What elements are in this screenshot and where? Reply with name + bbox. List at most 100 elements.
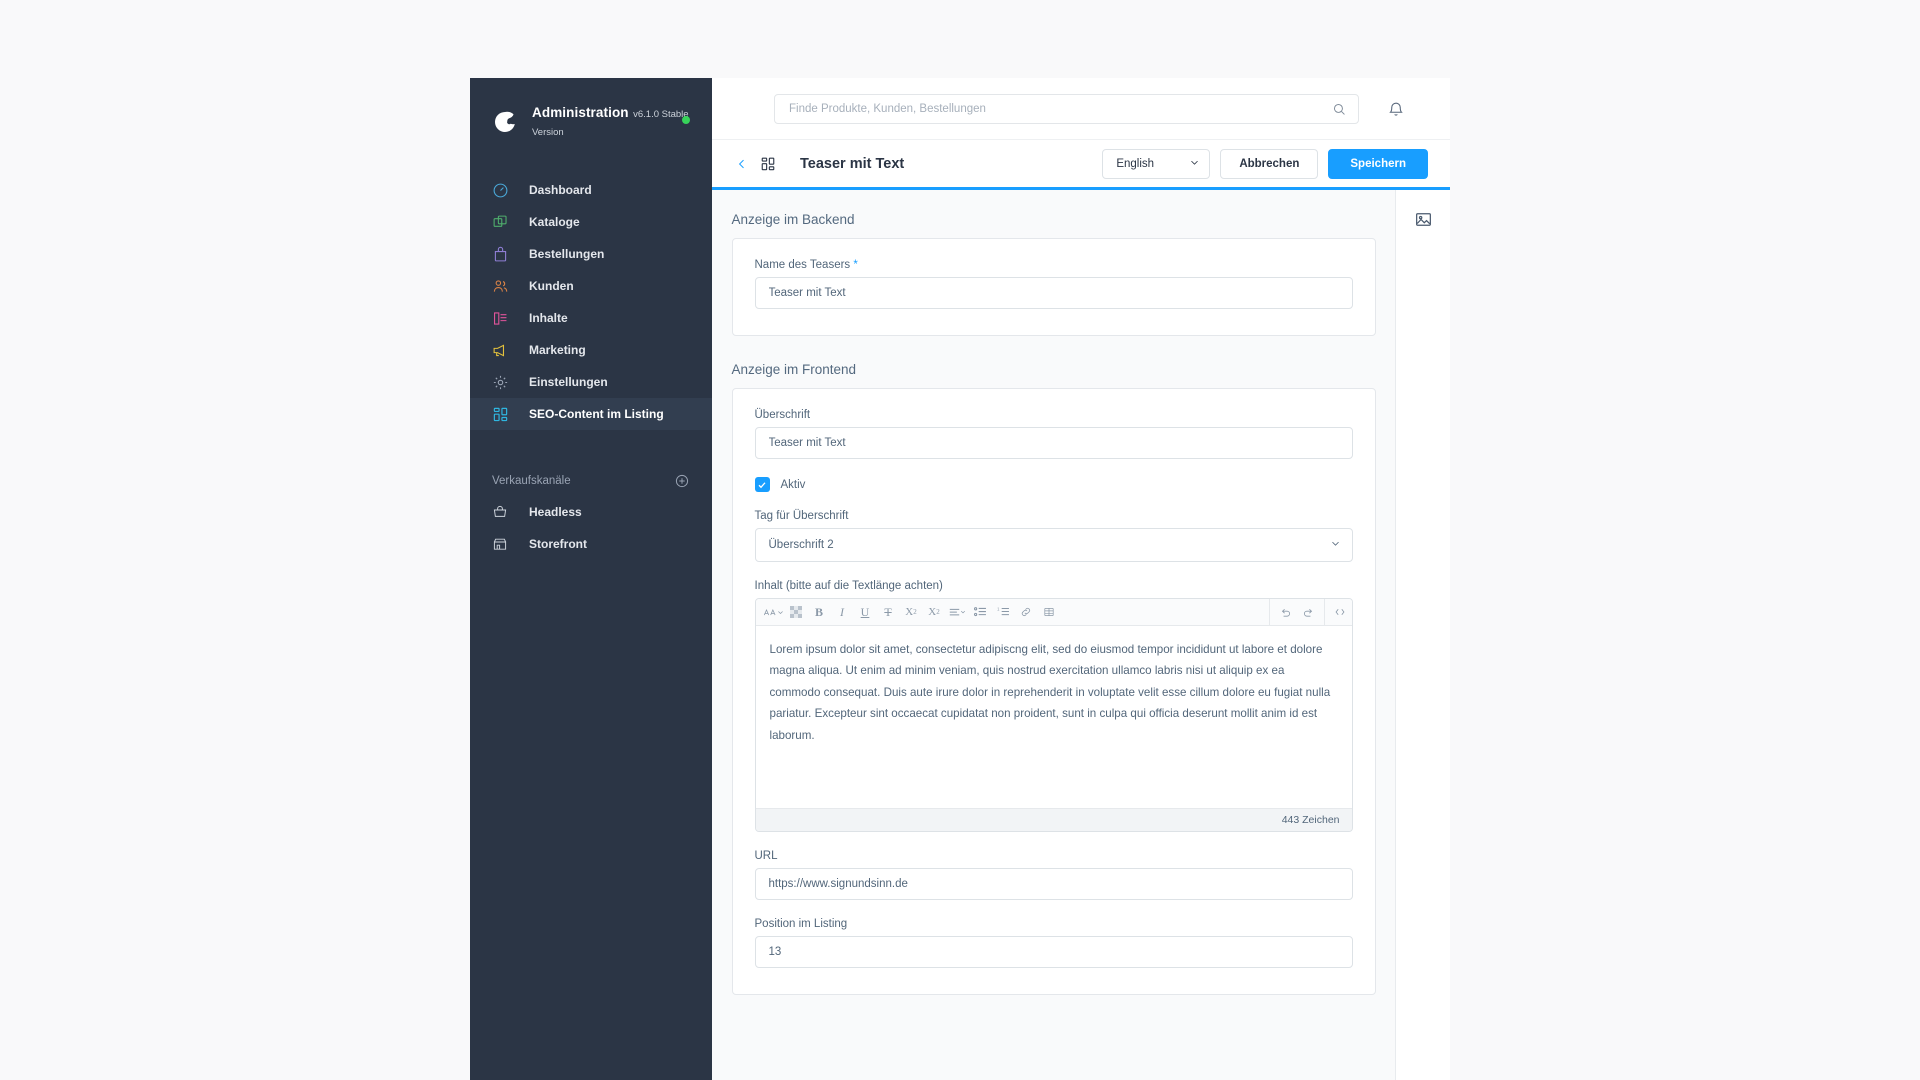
- heading-tag-label: Tag für Überschrift: [754, 510, 849, 522]
- search-input[interactable]: [789, 102, 1324, 115]
- teaser-name-input[interactable]: [754, 277, 1353, 309]
- backend-card: Name des Teasers *: [731, 238, 1376, 336]
- sales-channel-headless[interactable]: Headless: [470, 496, 712, 528]
- bell-icon[interactable]: [1387, 100, 1405, 118]
- underline-icon[interactable]: U: [855, 602, 876, 623]
- teaser-name-field: Name des Teasers *: [754, 259, 1353, 309]
- sales-channel-label: Headless: [529, 505, 582, 519]
- sidebar-item-dashboard[interactable]: Dashboard: [470, 174, 712, 206]
- basket-icon: [492, 504, 514, 520]
- backend-section-title: Anzeige im Backend: [731, 212, 855, 227]
- active-label: Aktiv: [780, 478, 806, 491]
- content-scroll-area[interactable]: Anzeige im Backend Name des Teasers * An…: [712, 190, 1395, 1080]
- frontend-card: Überschrift Aktiv Ta: [731, 388, 1376, 995]
- font-format-icon[interactable]: [763, 602, 784, 623]
- editor-content[interactable]: Lorem ipsum dolor sit amet, consectetur …: [755, 626, 1352, 808]
- sidebar-item-kataloge[interactable]: Kataloge: [470, 206, 712, 238]
- chevron-down-icon: [1189, 157, 1200, 171]
- cancel-button[interactable]: Abbrechen: [1220, 148, 1319, 179]
- search-icon[interactable]: [1332, 102, 1347, 122]
- active-checkbox[interactable]: [754, 477, 770, 492]
- right-panel: [1395, 190, 1450, 1080]
- sidebar-item-label: Dashboard: [529, 183, 592, 197]
- undo-icon[interactable]: [1275, 602, 1296, 623]
- superscript-icon[interactable]: X2: [901, 602, 922, 623]
- sidebar-item-label: Einstellungen: [529, 375, 608, 389]
- teaser-name-label: Name des Teasers *: [755, 259, 1353, 271]
- active-checkbox-row[interactable]: Aktiv: [754, 477, 1353, 492]
- url-input[interactable]: [754, 868, 1353, 900]
- ordered-list-icon[interactable]: 1: [993, 602, 1014, 623]
- save-button[interactable]: Speichern: [1328, 148, 1428, 179]
- add-sales-channel-icon[interactable]: [674, 473, 690, 489]
- heading-tag-select[interactable]: Überschrift 2: [754, 528, 1353, 562]
- strikethrough-icon[interactable]: T: [878, 602, 899, 623]
- body-area: Anzeige im Backend Name des Teasers * An…: [712, 190, 1450, 1080]
- language-select[interactable]: English: [1102, 148, 1211, 179]
- table-icon[interactable]: [1039, 602, 1060, 623]
- redo-icon[interactable]: [1298, 602, 1319, 623]
- heading-field: Überschrift: [754, 409, 1353, 459]
- align-icon[interactable]: [947, 602, 968, 623]
- url-label: URL: [754, 850, 778, 862]
- module-grid-icon: [760, 156, 776, 172]
- bullet-list-icon[interactable]: [970, 602, 991, 623]
- sales-channels-title: Verkaufskanäle: [492, 475, 571, 487]
- top-bar: [712, 78, 1450, 140]
- position-input[interactable]: [754, 936, 1353, 968]
- sidebar-item-label: Inhalte: [529, 311, 568, 325]
- gauge-icon: [492, 182, 514, 199]
- sidebar-item-kunden[interactable]: Kunden: [470, 270, 712, 302]
- url-field: URL: [754, 850, 1353, 900]
- sidebar-item-label: Marketing: [529, 343, 586, 357]
- page-header: Teaser mit Text English Abbrechen Speich…: [712, 140, 1450, 190]
- sidebar-item-label: Kunden: [529, 279, 574, 293]
- sidebar-item-label: Bestellungen: [529, 247, 605, 261]
- editor-char-count: 443 Zeichen: [755, 808, 1352, 831]
- heading-input[interactable]: [754, 427, 1353, 459]
- language-value: English: [1116, 157, 1155, 170]
- sidebar-item-inhalte[interactable]: Inhalte: [470, 302, 712, 334]
- sales-channel-label: Storefront: [529, 537, 587, 551]
- teaser-name-label-text: Name des Teasers: [754, 259, 851, 271]
- subscript-icon[interactable]: X2: [924, 602, 945, 623]
- sales-channels-header: Verkaufskanäle: [470, 466, 712, 496]
- heading-tag-value: Überschrift 2: [768, 539, 834, 551]
- heading-tag-field: Tag für Überschrift Überschrift 2: [754, 510, 1353, 562]
- chevron-left-icon[interactable]: [732, 154, 752, 174]
- page-title: Teaser mit Text: [800, 155, 905, 172]
- content-label: Inhalt (bitte auf die Textlänge achten): [754, 580, 943, 592]
- bold-icon[interactable]: B: [809, 602, 830, 623]
- frontend-section-title: Anzeige im Frontend: [731, 362, 857, 377]
- status-indicator-dot: [682, 116, 690, 124]
- sidebar-item-bestellungen[interactable]: Bestellungen: [470, 238, 712, 270]
- store-icon: [492, 536, 514, 552]
- users-icon: [492, 278, 514, 295]
- sidebar-item-seo-content-im-listing[interactable]: SEO-Content im Listing: [470, 398, 712, 430]
- position-label: Position im Listing: [754, 918, 848, 930]
- global-search[interactable]: [774, 93, 1359, 124]
- image-icon[interactable]: [1410, 206, 1436, 232]
- sidebar-item-label: Kataloge: [529, 215, 580, 229]
- link-icon[interactable]: [1016, 602, 1037, 623]
- color-swatch-icon[interactable]: [786, 602, 807, 623]
- sidebar-item-marketing[interactable]: Marketing: [470, 334, 712, 366]
- toolbar-divider: [1268, 599, 1270, 626]
- editor-toolbar: B I U T X2 X2 1: [755, 599, 1352, 626]
- chevron-down-icon: [1330, 538, 1341, 552]
- megaphone-icon: [492, 342, 514, 359]
- sidebar-item-einstellungen[interactable]: Einstellungen: [470, 366, 712, 398]
- app-viewport: Administration v6.1.0 Stable Version Das…: [470, 78, 1450, 1080]
- toolbar-divider: [1323, 599, 1325, 626]
- code-view-icon[interactable]: [1330, 602, 1351, 623]
- sidebar-item-label: SEO-Content im Listing: [529, 407, 664, 421]
- italic-icon[interactable]: I: [832, 602, 853, 623]
- brand-header: Administration v6.1.0 Stable Version: [470, 96, 712, 148]
- shopware-logo-icon: [492, 109, 518, 135]
- sales-channel-storefront[interactable]: Storefront: [470, 528, 712, 560]
- brand-title: Administration: [532, 105, 629, 120]
- content-icon: [492, 310, 514, 327]
- heading-label: Überschrift: [754, 409, 811, 421]
- main-navigation: Dashboard Kataloge Bestellungen Kunden I…: [470, 174, 712, 430]
